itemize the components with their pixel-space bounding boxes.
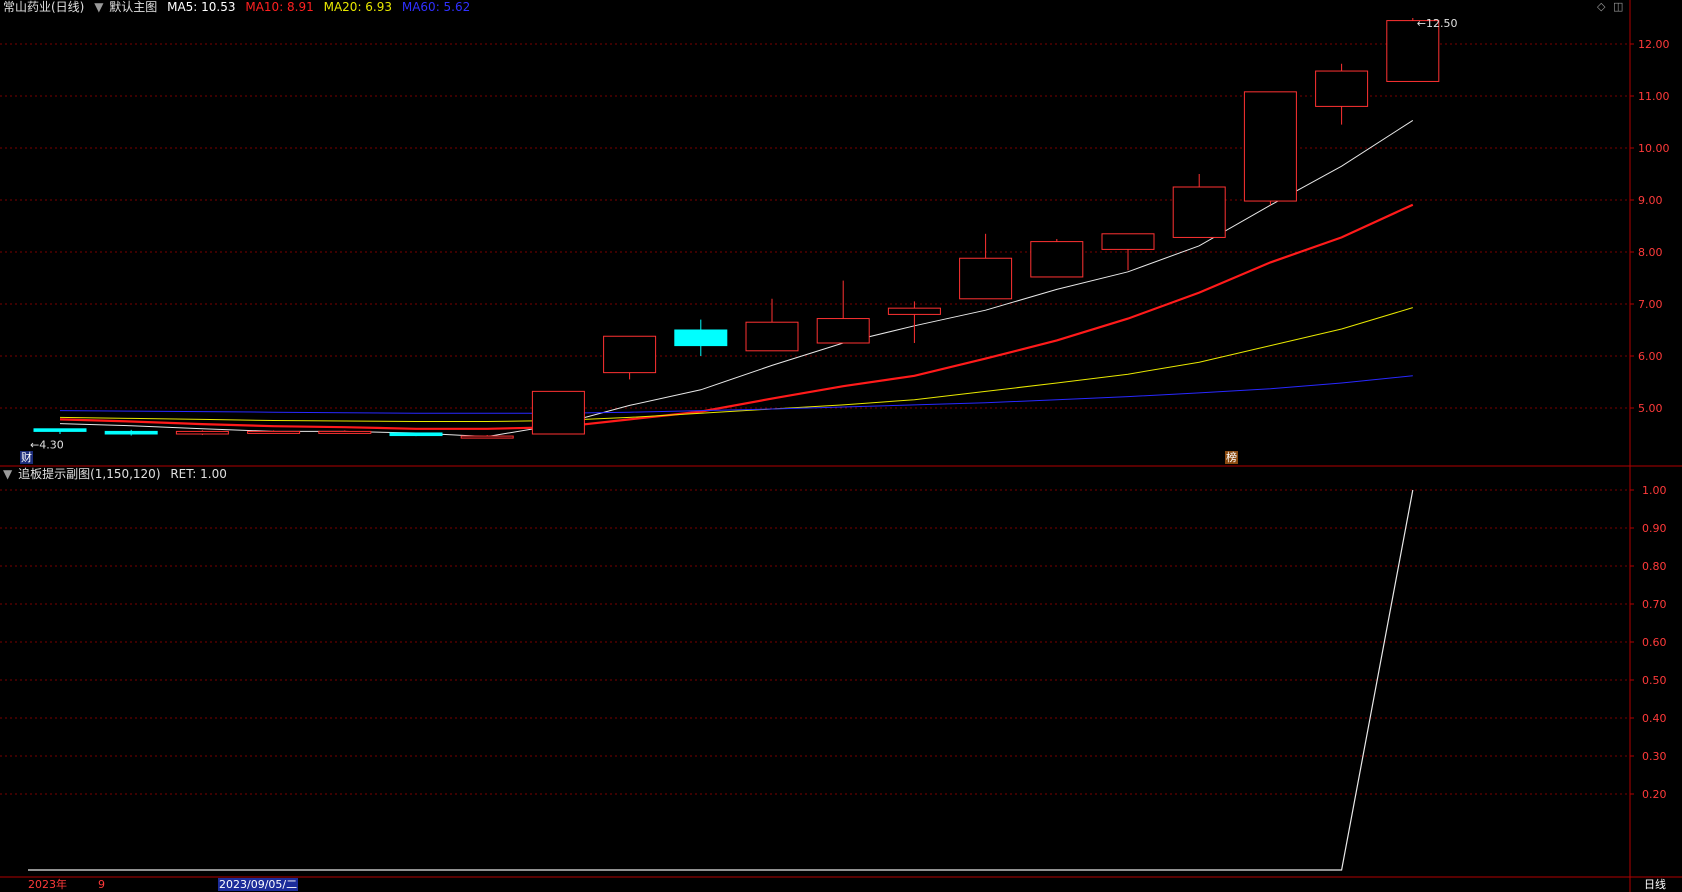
low-price-annotation: ←4.30 (30, 438, 64, 451)
candle (603, 335, 657, 380)
ma-line-ma5 (59, 119, 1414, 438)
indicator-ma60: MA60: 5.62 (401, 0, 471, 14)
main-grid (0, 43, 1630, 409)
candle-body-up (175, 430, 229, 435)
sub-y-tick-label: 0.50 (1642, 674, 1667, 687)
sub-header: ▼ 追板提示副图(1,150,120) RET: 1.00 (3, 467, 233, 481)
sub-grid (0, 489, 1630, 795)
sub-y-tick-label: 0.30 (1642, 750, 1667, 763)
candle-body-up (745, 321, 799, 352)
sub-y-tick-label: 0.40 (1642, 712, 1667, 725)
candle-body-up (1030, 241, 1084, 278)
diamond-icon[interactable]: ◇ (1597, 0, 1605, 13)
sub-y-tick-label: 1.00 (1642, 484, 1667, 497)
main-y-tick-label: 5.00 (1638, 402, 1663, 415)
main-y-axis: 5.00 6.00 7.00 8.00 9.00 10.00 11.00 12.00 (1630, 38, 1670, 415)
candle-body-up (1315, 70, 1369, 107)
indicator-ma10: MA10: 8.91 (245, 0, 314, 14)
ret-value: RET: 1.00 (170, 467, 227, 481)
candle (33, 428, 87, 434)
candle (1315, 63, 1369, 125)
financial-report-marker[interactable]: 财 (20, 451, 33, 464)
candle (389, 432, 443, 437)
indicator-ma5: MA5: 10.53 (167, 0, 236, 14)
main-header: 常山药业(日线) ▼ 默认主图 MA5: 10.53 MA10: 8.91 MA… (3, 0, 476, 14)
candle-body-up (959, 257, 1013, 300)
stock-title[interactable]: 常山药业(日线) (3, 0, 84, 14)
candle-body-up (816, 318, 870, 344)
candle-body-down (674, 329, 728, 347)
price-annotations: ←4.30 ←12.50 (30, 17, 1458, 451)
sub-title[interactable]: 追板提示副图(1,150,120) (18, 467, 160, 481)
candle-body-down (33, 428, 87, 432)
candle-body-up (318, 430, 372, 434)
panel-frame (0, 0, 1682, 892)
main-y-tick-label: 7.00 (1638, 298, 1663, 311)
candle (959, 233, 1013, 300)
period-label[interactable]: 日线 (1644, 878, 1666, 891)
template-dropdown-icon[interactable]: ▼ (94, 0, 103, 14)
ma-line-ma10 (59, 203, 1414, 430)
candle (104, 429, 158, 436)
candle-body-up (531, 390, 585, 435)
candle-body-up (1243, 91, 1297, 202)
stock-chart-window: 5.00 6.00 7.00 8.00 9.00 10.00 11.00 12.00 ←4.3… (0, 0, 1682, 892)
main-y-tick-label: 11.00 (1638, 90, 1670, 103)
main-y-tick-label: 9.00 (1638, 194, 1663, 207)
candlesticks (33, 18, 1440, 439)
sub-y-tick-label: 0.80 (1642, 560, 1667, 573)
main-y-tick-label: 10.00 (1638, 142, 1670, 155)
year-label: 2023年 (28, 878, 67, 891)
main-y-tick-label: 12.00 (1638, 38, 1670, 51)
candle (1243, 91, 1297, 206)
candle (531, 390, 585, 435)
candle-body-up (603, 335, 657, 374)
candle (816, 280, 870, 344)
candle-body-up (247, 430, 301, 434)
main-y-tick-label: 6.00 (1638, 350, 1663, 363)
candle (175, 430, 229, 436)
sub-y-tick-label: 0.70 (1642, 598, 1667, 611)
candle-body-up (887, 307, 941, 315)
candle-body-up (460, 435, 514, 439)
candle (674, 319, 728, 356)
chart-canvas[interactable]: 5.00 6.00 7.00 8.00 9.00 10.00 11.00 12.00 ←4.3… (0, 0, 1682, 892)
sub-y-tick-label: 0.20 (1642, 788, 1667, 801)
main-y-tick-label: 8.00 (1638, 246, 1663, 259)
sub-y-tick-label: 0.60 (1642, 636, 1667, 649)
moving-average-lines (59, 119, 1414, 438)
ranking-marker[interactable]: 榜 (1225, 451, 1238, 464)
indicator-ma20: MA20: 6.93 (323, 0, 393, 14)
candle (745, 298, 799, 352)
candle (318, 430, 372, 434)
candle-body-up (1172, 186, 1226, 238)
template-label[interactable]: 默认主图 (109, 0, 157, 14)
high-price-annotation: ←12.50 (1417, 17, 1458, 30)
cursor-date-label: 2023/09/05/二 (218, 878, 299, 891)
candle-body-down (104, 430, 158, 435)
sub-dropdown-icon[interactable]: ▼ (3, 467, 12, 481)
sub-y-axis: 0.20 0.30 0.40 0.50 0.60 0.70 0.80 0.90 1.00 (1630, 484, 1667, 801)
sub-y-tick-label: 0.90 (1642, 522, 1667, 535)
candle-body-down (389, 432, 443, 437)
month-label: 9 (98, 878, 105, 891)
candle (1030, 239, 1084, 278)
panel-toggle-icon[interactable]: ◫ (1613, 0, 1623, 13)
candle (1172, 174, 1226, 238)
candle-body-up (1101, 233, 1155, 250)
